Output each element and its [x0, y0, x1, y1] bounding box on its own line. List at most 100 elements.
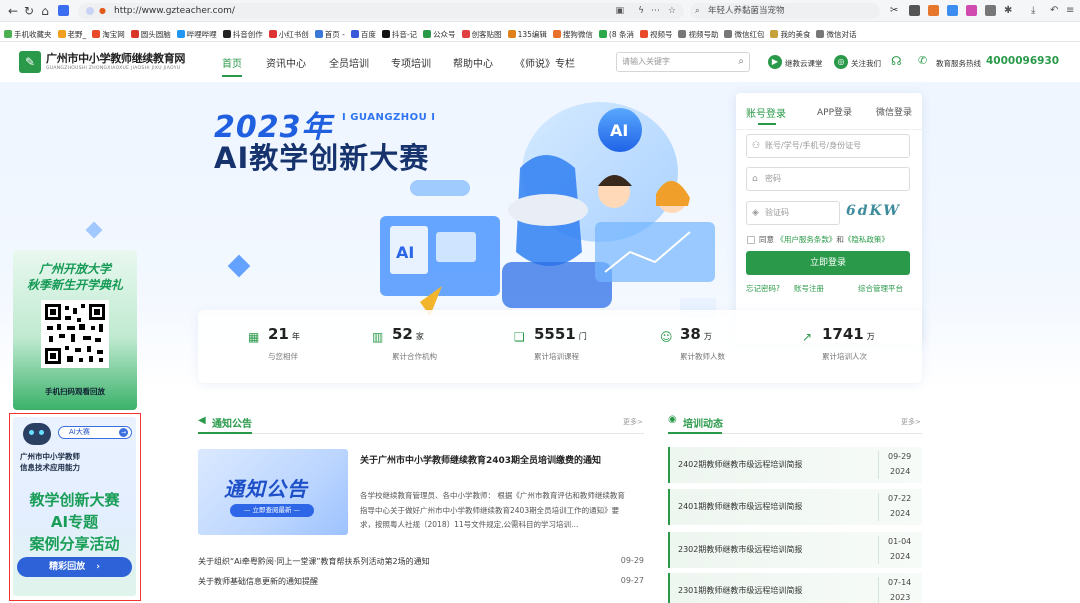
bookmark-item[interactable]: 搜狗微信: [552, 25, 593, 41]
training-row[interactable]: 2302期教师继教市级远程培训简报 01-04 2024: [668, 532, 922, 568]
bookmark-item[interactable]: (8 条消: [598, 25, 634, 41]
nav-help[interactable]: 帮助中心: [453, 55, 493, 70]
login-button[interactable]: 立即登录: [746, 251, 910, 275]
cloud-class-icon[interactable]: ▶: [768, 55, 782, 69]
menu-icon[interactable]: ≡: [1066, 5, 1077, 16]
download-icon[interactable]: ⤓: [1031, 5, 1042, 16]
home-icon[interactable]: ⌂: [38, 4, 52, 18]
privacy-link[interactable]: 《隐私政策》: [844, 235, 889, 244]
extension-icon[interactable]: [909, 5, 920, 16]
bookmark-label: 抖音创作: [232, 30, 263, 39]
bookmark-item[interactable]: 抖音-记: [381, 25, 417, 41]
star-icon[interactable]: ☆: [668, 3, 676, 19]
ai-contest-pill[interactable]: AI大赛 →: [58, 426, 132, 439]
screenshot-icon[interactable]: ▣: [615, 3, 624, 19]
captcha-image[interactable]: 6dKW: [846, 203, 910, 223]
nav-special-training[interactable]: 专项培训: [391, 55, 431, 70]
password-field[interactable]: ⌂ 密码: [746, 167, 910, 191]
bookmark-label: 百度: [360, 30, 376, 39]
bookmark-item[interactable]: 我的美食: [770, 25, 810, 41]
hotline-label: 教育服务热线: [936, 59, 981, 68]
tab-account-login[interactable]: 账号登录: [746, 105, 786, 120]
puzzle-icon[interactable]: ✱: [1004, 5, 1015, 16]
training-row[interactable]: 2402期教师继教市级远程培训简报 09-29 2024: [668, 447, 922, 483]
training-row-title[interactable]: 2402期教师继教市级远程培训简报: [678, 459, 802, 470]
hero-illustration[interactable]: AI AI: [370, 102, 730, 320]
bookmark-item[interactable]: 老野_: [57, 25, 86, 41]
register-link[interactable]: 账号注册: [794, 283, 824, 294]
logo-icon[interactable]: ✎: [19, 51, 41, 73]
replay-button[interactable]: 精彩回放 ›: [17, 557, 132, 577]
service-headset-icon[interactable]: ☊: [891, 54, 902, 68]
nav-home[interactable]: 首页: [222, 55, 242, 70]
bookmark-item[interactable]: 创客贴图: [461, 25, 502, 41]
calendar-icon: ▦: [248, 330, 260, 344]
stat-unit: 门: [578, 332, 587, 341]
reload-icon[interactable]: ↻: [22, 4, 36, 18]
tab-wechat-login[interactable]: 微信登录: [876, 105, 912, 118]
bookmark-item[interactable]: 小红书创: [268, 25, 309, 41]
notice-row-title[interactable]: 关于教师基础信息更新的通知提醒: [198, 576, 318, 587]
password-placeholder: 密码: [765, 174, 781, 183]
site-search-input[interactable]: 请输入关键字 ⌕: [616, 52, 750, 72]
bookmark-item[interactable]: 135编辑: [507, 25, 547, 41]
bookmark-item[interactable]: 哔哩哔哩: [176, 25, 217, 41]
cloud-class-link[interactable]: 继教云课堂: [785, 58, 823, 69]
account-field[interactable]: ⚇ 账号/学号/手机号/身份证号: [746, 134, 910, 158]
back-icon[interactable]: ←: [6, 4, 20, 18]
training-row-title[interactable]: 2302期教师继教市级远程培训简报: [678, 544, 802, 555]
notice-row-title[interactable]: 关于组织“Ai牵粤黔阅·同上一堂课”教育帮扶系列活动第2场的通知: [198, 556, 430, 567]
training-row-title[interactable]: 2401期教师继教市级远程培训简报: [678, 501, 802, 512]
extension-blue-icon[interactable]: [947, 5, 958, 16]
banner-line-2: 秋季新生开学典礼: [26, 278, 123, 292]
admin-platform-link[interactable]: 综合管理平台: [858, 283, 903, 294]
browser-logo-icon[interactable]: [58, 5, 69, 16]
terms-link[interactable]: 《用户服务条款》: [776, 235, 836, 244]
browser-search-box[interactable]: ⌕ 年轻人养黏菌当宠物: [690, 3, 880, 19]
logo-title[interactable]: 广州市中小学教师继续教育网: [46, 50, 185, 66]
training-row[interactable]: 2401期教师继教市级远程培训简报 07-22 2024: [668, 489, 922, 525]
bookmark-favicon-icon: [4, 30, 12, 38]
notice-headline[interactable]: 关于广州市中小学教师继续教育2403期全员培训缴费的通知: [360, 453, 601, 466]
qr-code[interactable]: [41, 300, 109, 368]
nav-news[interactable]: 资讯中心: [266, 55, 306, 70]
address-bar[interactable]: ● http://www.gzteacher.com/ ▣ ϟ ⋯ ☆: [78, 3, 684, 19]
ai-contest-banner[interactable]: AI大赛 → 广州市中小学教师 信息技术应用能力 教学创新大赛 AI专题 案例分…: [9, 413, 141, 601]
bookmark-item[interactable]: 微信红包: [724, 25, 764, 41]
captcha-field[interactable]: ◈ 验证码: [746, 201, 840, 225]
training-row-year: 2024: [890, 552, 911, 561]
extension-grey-icon[interactable]: [985, 5, 996, 16]
bookmark-item[interactable]: 微信对话: [816, 25, 856, 41]
tab-app-login[interactable]: APP登录: [817, 105, 852, 118]
training-row[interactable]: 2301期教师继教市级远程培训简报 07-14 2023: [668, 573, 922, 603]
bookmark-item[interactable]: 抖音创作: [222, 25, 263, 41]
follow-us-link[interactable]: 关注我们: [851, 58, 881, 69]
scissors-icon[interactable]: ✂: [890, 5, 901, 16]
training-row-title[interactable]: 2301期教师继教市级远程培训简报: [678, 585, 802, 596]
forgot-password-link[interactable]: 忘记密码?: [746, 283, 780, 294]
bookmark-item[interactable]: 公众号: [423, 25, 456, 41]
bookmark-item[interactable]: 圆头圆脑: [130, 25, 171, 41]
bookmark-item[interactable]: 手机收藏夹: [4, 25, 52, 41]
bookmark-item[interactable]: 视频号: [639, 25, 672, 41]
login-panel: 账号登录 APP登录 微信登录 ⚇ 账号/学号/手机号/身份证号 ⌂ 密码 ◈ …: [736, 93, 922, 343]
notice-image[interactable]: 通知公告 — 立即查阅最新 —: [198, 449, 348, 535]
bookmark-item[interactable]: 淘宝网: [92, 25, 125, 41]
bookmark-item[interactable]: 视频号助: [678, 25, 718, 41]
browser-search-text: 年轻人养黏菌当宠物: [708, 6, 785, 16]
training-more-link[interactable]: 更多>: [901, 417, 921, 427]
search-icon[interactable]: ⌕: [738, 53, 744, 71]
more-icon[interactable]: ⋯: [651, 3, 660, 19]
bolt-icon[interactable]: ϟ: [638, 3, 644, 19]
bookmark-item[interactable]: 百度: [350, 25, 376, 41]
open-university-banner[interactable]: 广州开放大学 秋季新生开学典礼 手机扫码观看回放: [13, 250, 137, 410]
extension-pink-icon[interactable]: [966, 5, 977, 16]
notices-more-link[interactable]: 更多>: [623, 417, 643, 427]
nav-shishuo-column[interactable]: 《师说》专栏: [515, 55, 575, 70]
undo-icon[interactable]: ↶: [1050, 5, 1061, 16]
extension-fox-icon[interactable]: [928, 5, 939, 16]
agree-checkbox[interactable]: [747, 236, 755, 244]
wechat-icon[interactable]: ◎: [834, 55, 848, 69]
bookmark-item[interactable]: 首页 -: [314, 25, 345, 41]
nav-full-training[interactable]: 全员培训: [329, 55, 369, 70]
